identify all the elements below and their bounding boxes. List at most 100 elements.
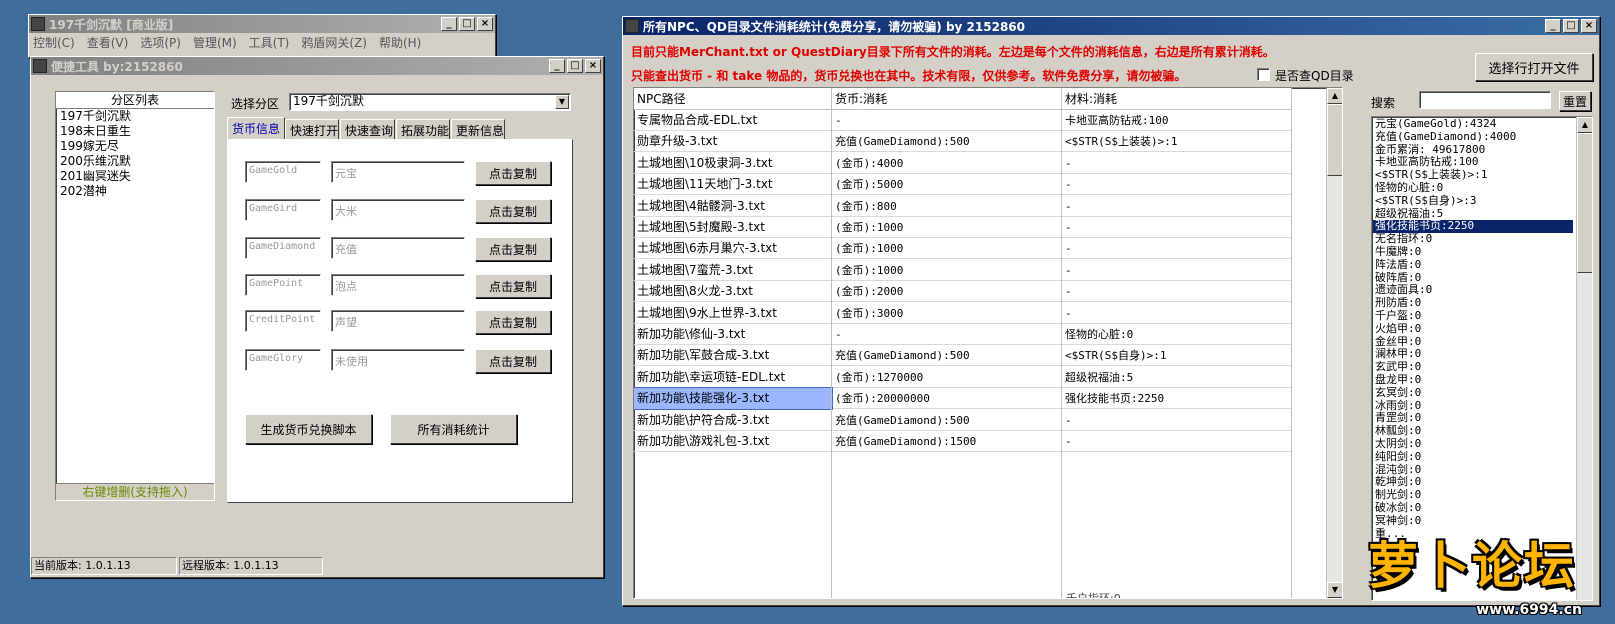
tab-currency[interactable]: 货币信息 xyxy=(227,117,285,139)
column-header-path[interactable]: NPC路径 xyxy=(634,88,832,110)
close-icon[interactable]: × xyxy=(1581,19,1597,33)
currency-name-field[interactable]: 声望 xyxy=(331,310,465,332)
partition-item[interactable]: 201幽冥迷失 xyxy=(56,169,214,184)
currency-name-field[interactable]: 泡点 xyxy=(331,274,465,296)
minimize-icon[interactable]: _ xyxy=(1545,19,1561,33)
partition-list[interactable]: 分区列表 197千剑沉默 198末日重生 199嫁无尽 200乐维沉默 201幽… xyxy=(55,91,215,501)
tab-quick-query[interactable]: 快速查询 xyxy=(340,119,395,139)
reset-button[interactable]: 重置 xyxy=(1559,91,1591,111)
table-row[interactable]: 土城地图\7蛮荒-3.txt (金币):1000- xyxy=(634,259,1292,281)
currency-code-field[interactable]: GameGlory xyxy=(245,349,321,371)
menu-view[interactable]: 查看(V) xyxy=(87,34,129,51)
all-stats-button[interactable]: 所有消耗统计 xyxy=(390,414,517,444)
qd-checkbox-label: 是否查QD目录 xyxy=(1275,69,1354,83)
table-row[interactable]: 土城地图\11天地门-3.txt (金币):5000- xyxy=(634,174,1292,196)
totals-item[interactable]: 太阴剑:0 xyxy=(1373,437,1573,451)
partition-item[interactable]: 197千剑沉默 xyxy=(56,109,214,124)
currency-name-field[interactable]: 充值 xyxy=(331,237,465,259)
table-row[interactable]: 土城地图\9水上世界-3.txt (金币):3000- xyxy=(634,302,1292,324)
close-icon[interactable]: × xyxy=(585,59,601,73)
totals-item[interactable]: 盘龙甲:0 xyxy=(1373,373,1573,387)
open-file-button[interactable]: 选择行打开文件 xyxy=(1475,53,1593,81)
table-row[interactable]: 新加功能\技能强化-3.txt (金币):20000000 强化技能书页:2250 xyxy=(634,387,1292,411)
menu-manage[interactable]: 管理(M) xyxy=(193,34,237,51)
table-row[interactable]: 新加功能\游戏礼包-3.txt 充值(GameDiamond):1500- xyxy=(634,431,1292,452)
tab-update-info[interactable]: 更新信息 xyxy=(451,119,505,139)
menu-help[interactable]: 帮助(H) xyxy=(379,34,421,51)
copy-button[interactable]: 点击复制 xyxy=(475,310,551,334)
currency-name-field[interactable]: 元宝 xyxy=(331,161,465,183)
maximize-icon[interactable]: □ xyxy=(1563,19,1579,33)
scroll-up-icon[interactable]: ▲ xyxy=(1327,88,1342,104)
tab-quick-open[interactable]: 快速打开 xyxy=(285,119,339,139)
table-row[interactable]: 新加功能\修仙-3.txt - 怪物的心脏:0 xyxy=(634,324,1292,345)
partition-item[interactable]: 199嫁无尽 xyxy=(56,139,214,154)
table-row[interactable]: 新加功能\军鼓合成-3.txt 充值(GameDiamond):500 <$STR(… xyxy=(634,345,1292,367)
copy-button[interactable]: 点击复制 xyxy=(475,274,551,298)
menu-options[interactable]: 选项(P) xyxy=(140,34,181,51)
totals-item[interactable]: 千户盔:0 xyxy=(1373,309,1573,323)
column-header-currency[interactable]: 货币:消耗 xyxy=(832,88,1062,110)
table-row[interactable]: 新加功能\幸运项链-EDL.txt (金币):1270000 超级祝福油:5 xyxy=(634,366,1292,388)
scroll-thumb[interactable] xyxy=(1327,104,1342,176)
table-row[interactable]: 土城地图\8火龙-3.txt (金币):2000- xyxy=(634,281,1292,303)
currency-code-field[interactable]: GamePoint xyxy=(245,274,321,296)
copy-button[interactable]: 点击复制 xyxy=(475,237,551,261)
search-input[interactable] xyxy=(1419,91,1551,109)
table-row[interactable]: 土城地图\10极隶洞-3.txt (金币):4000- xyxy=(634,152,1292,174)
tool-window-titlebar[interactable]: 便捷工具 by:2152860 _ □ × xyxy=(31,57,603,75)
totals-item[interactable]: 玄冥剑:0 xyxy=(1373,386,1573,400)
partition-item[interactable]: 202潜神 xyxy=(56,184,214,199)
currency-code-field[interactable]: GameGold xyxy=(245,161,321,183)
totals-item[interactable]: 纯阳剑:0 xyxy=(1373,450,1573,464)
table-row[interactable]: 专属物品合成-EDL.txt - 卡地亚高防钻戒:100 xyxy=(634,110,1292,131)
minimize-icon[interactable]: _ xyxy=(549,59,565,73)
column-header-material[interactable]: 材料:消耗 xyxy=(1062,88,1292,110)
tab-extensions[interactable]: 拓展功能 xyxy=(396,119,450,139)
table-row[interactable]: 土城地图\5封魔殿-3.txt (金币):1000- xyxy=(634,217,1292,238)
totals-item[interactable]: <$STR(S$自身)>:3 xyxy=(1373,194,1573,208)
menu-control[interactable]: 控制(C) xyxy=(33,34,75,51)
generate-script-button[interactable]: 生成货币兑换脚本 xyxy=(245,414,372,444)
totals-item[interactable]: 充值(GameDiamond):4000 xyxy=(1373,130,1573,144)
main-window-titlebar[interactable]: 197千剑沉默 [商业版] _ □ × xyxy=(29,15,495,33)
partition-item[interactable]: 198末日重生 xyxy=(56,124,214,139)
menu-gateway[interactable]: 鸦盾网关(Z) xyxy=(301,34,367,51)
totals-item[interactable]: 牛魔牌:0 xyxy=(1373,245,1573,259)
partition-item[interactable]: 200乐维沉默 xyxy=(56,154,214,169)
table-row[interactable]: 勋章升级-3.txt 充值(GameDiamond):500 <$STR(S$上装装… xyxy=(634,131,1292,153)
scroll-down-icon[interactable]: ▼ xyxy=(1327,582,1342,598)
totals-item[interactable]: 怪物的心脏:0 xyxy=(1373,181,1573,195)
table-row[interactable]: 新加功能\护符合成-3.txt 充值(GameDiamond):500- xyxy=(634,409,1292,431)
totals-item[interactable]: 破冰剑:0 xyxy=(1373,501,1573,515)
menu-tools[interactable]: 工具(T) xyxy=(249,34,290,51)
scroll-up-icon[interactable]: ▲ xyxy=(1577,117,1592,133)
grid-scrollbar[interactable]: ▲ ▼ xyxy=(1326,88,1342,598)
copy-button[interactable]: 点击复制 xyxy=(475,161,551,185)
totals-item[interactable]: 火焰甲:0 xyxy=(1373,322,1573,336)
totals-item[interactable]: 制光剑:0 xyxy=(1373,488,1573,502)
currency-code-field[interactable]: GameGird xyxy=(245,199,321,221)
minimize-icon[interactable]: _ xyxy=(441,17,457,31)
table-row[interactable]: 土城地图\4骷髅洞-3.txt (金币):800- xyxy=(634,195,1292,217)
maximize-icon[interactable]: □ xyxy=(459,17,475,31)
currency-name-field[interactable]: 大米 xyxy=(331,199,465,221)
copy-button[interactable]: 点击复制 xyxy=(475,199,551,223)
currency-name-field[interactable]: 未使用 xyxy=(331,349,465,371)
currency-code-field[interactable]: GameDiamond xyxy=(245,237,321,259)
qd-checkbox[interactable] xyxy=(1257,68,1270,81)
cell-material: - xyxy=(1062,238,1292,260)
partition-select[interactable]: 197千剑沉默 ▼ xyxy=(289,93,571,111)
stats-window-titlebar[interactable]: 所有NPC、QD目录文件消耗统计(免费分享，请勿被骗) by 2152860 _… xyxy=(623,17,1599,35)
close-icon[interactable]: × xyxy=(477,17,493,31)
totals-item[interactable]: 元宝(GameGold):4324 xyxy=(1373,117,1573,131)
totals-item[interactable]: 阵法盾:0 xyxy=(1373,258,1573,272)
totals-item[interactable]: 林瓢剑:0 xyxy=(1373,424,1573,438)
maximize-icon[interactable]: □ xyxy=(567,59,583,73)
currency-code-field[interactable]: CreditPoint xyxy=(245,310,321,332)
scroll-thumb[interactable] xyxy=(1577,133,1592,273)
copy-button[interactable]: 点击复制 xyxy=(475,349,551,373)
watermark-brand: 萝卜论坛 xyxy=(1368,537,1576,595)
table-row[interactable]: 土城地图\6赤月巢穴-3.txt (金币):1000- xyxy=(634,238,1292,260)
chevron-down-icon[interactable]: ▼ xyxy=(555,95,569,109)
